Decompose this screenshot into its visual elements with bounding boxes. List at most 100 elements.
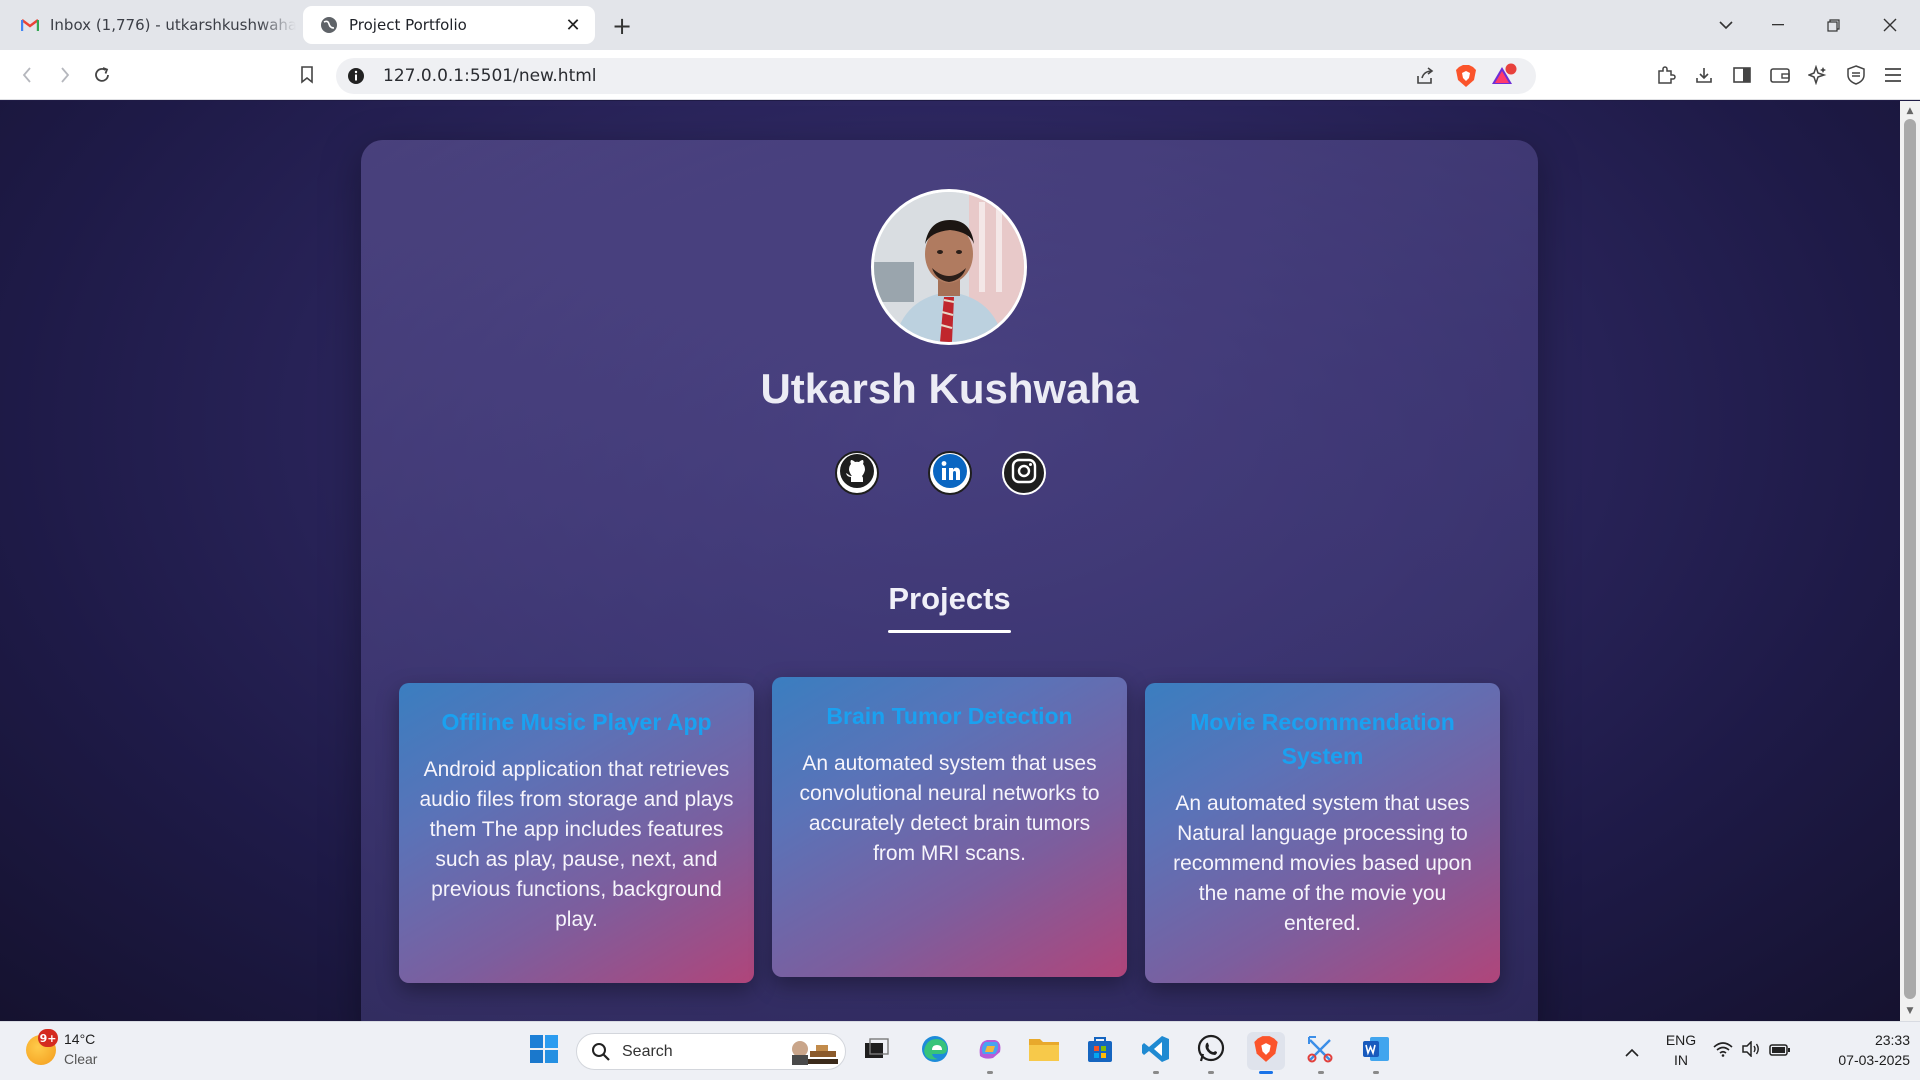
- running-indicator: [1153, 1071, 1159, 1074]
- tab-gmail[interactable]: Inbox (1,776) - utkarshkushwaha09@gmail.…: [12, 6, 296, 44]
- taskbar-brave[interactable]: [1247, 1032, 1285, 1074]
- taskbar-store[interactable]: [1081, 1032, 1119, 1070]
- task-view-button[interactable]: [858, 1032, 896, 1070]
- weather-condition: Clear: [64, 1051, 98, 1067]
- taskbar-edge[interactable]: [916, 1032, 954, 1070]
- tab-strip: Inbox (1,776) - utkarshkushwaha09@gmail.…: [0, 0, 1920, 50]
- globe-icon: [319, 15, 339, 35]
- store-icon: [1085, 1034, 1115, 1068]
- running-indicator: [1208, 1071, 1214, 1074]
- tab-title: Inbox (1,776) - utkarshkushwaha09@gmail.…: [50, 16, 296, 34]
- windows-logo-icon: [529, 1034, 559, 1068]
- minimize-button[interactable]: [1758, 8, 1798, 42]
- close-tab-icon[interactable]: ✕: [561, 13, 585, 37]
- task-view-icon: [864, 1038, 890, 1064]
- show-hidden-icons-button[interactable]: [1613, 1032, 1651, 1070]
- github-link[interactable]: [835, 451, 879, 495]
- vscode-icon: [1141, 1034, 1171, 1068]
- clock-date: 07-03-2025: [1838, 1052, 1910, 1068]
- clock-time: 23:33: [1874, 1032, 1910, 1048]
- edge-icon: [920, 1034, 950, 1068]
- back-icon[interactable]: [11, 59, 43, 91]
- copilot-icon: [975, 1034, 1005, 1068]
- project-title: Brain Tumor Detection: [826, 703, 1073, 729]
- project-title: Movie Recommendation System: [1190, 709, 1455, 769]
- start-button[interactable]: [525, 1032, 563, 1070]
- bookmark-icon[interactable]: [291, 59, 323, 91]
- battery-icon: [1769, 1042, 1791, 1061]
- project-description: An automated system that uses Natural la…: [1173, 792, 1472, 935]
- github-icon: [839, 453, 875, 493]
- taskbar-search[interactable]: Search: [576, 1033, 846, 1070]
- projects-heading: Projects: [888, 581, 1011, 616]
- running-indicator: [987, 1071, 993, 1074]
- project-card-brain-tumor[interactable]: Brain Tumor Detection An automated syste…: [772, 677, 1127, 977]
- sidebar-icon[interactable]: [1726, 59, 1758, 91]
- search-label: Search: [622, 1043, 673, 1060]
- project-title: Offline Music Player App: [441, 709, 712, 735]
- share-icon[interactable]: [1411, 62, 1439, 90]
- tab-project-portfolio[interactable]: Project Portfolio ✕: [303, 6, 595, 44]
- running-indicator: [1373, 1071, 1379, 1074]
- tab-title: Project Portfolio: [349, 16, 467, 34]
- address-bar[interactable]: 127.0.0.1:5501/new.html: [336, 58, 1536, 94]
- page-viewport: Utkarsh Kushwaha Projects Offline Music …: [0, 101, 1900, 1021]
- vpn-icon[interactable]: [1840, 59, 1872, 91]
- portfolio-card: Utkarsh Kushwaha Projects Offline Music …: [361, 140, 1538, 1021]
- reload-icon[interactable]: [86, 59, 118, 91]
- profile-photo: [871, 189, 1027, 345]
- project-card-music-player[interactable]: Offline Music Player App Android applica…: [399, 683, 754, 983]
- taskbar-word[interactable]: [1357, 1032, 1395, 1074]
- taskbar-file-explorer[interactable]: [1025, 1032, 1063, 1070]
- chevron-up-icon: [1625, 1042, 1639, 1061]
- brave-icon: [1253, 1035, 1279, 1067]
- taskbar-vscode[interactable]: [1137, 1032, 1175, 1074]
- taskbar-whatsapp[interactable]: [1192, 1032, 1230, 1074]
- language-code: ENG: [1665, 1032, 1697, 1048]
- leo-ai-icon[interactable]: [1802, 59, 1834, 91]
- region-code: IN: [1674, 1052, 1688, 1068]
- whatsapp-icon: [1196, 1034, 1226, 1068]
- snipping-tool-icon: [1306, 1034, 1336, 1068]
- taskbar-copilot[interactable]: [971, 1032, 1009, 1074]
- brave-rewards-icon[interactable]: [1490, 62, 1518, 90]
- volume-icon: [1741, 1040, 1761, 1061]
- instagram-link[interactable]: [1002, 451, 1046, 495]
- new-tab-button[interactable]: +: [608, 12, 636, 40]
- downloads-icon[interactable]: [1688, 59, 1720, 91]
- project-description: An automated system that uses convolutio…: [799, 752, 1100, 865]
- project-card-movie-recommendation[interactable]: Movie Recommendation System An automated…: [1145, 683, 1500, 983]
- word-icon: [1361, 1034, 1391, 1068]
- running-indicator: [1318, 1071, 1324, 1074]
- taskbar-snipping-tool[interactable]: [1302, 1032, 1340, 1074]
- wallet-icon[interactable]: [1764, 59, 1796, 91]
- scroll-up-arrow-icon[interactable]: ▲: [1900, 103, 1920, 119]
- extensions-icon[interactable]: [1650, 59, 1682, 91]
- page-scrollbar[interactable]: ▲ ▼: [1900, 101, 1920, 1021]
- profile-name: Utkarsh Kushwaha: [760, 365, 1139, 412]
- folder-icon: [1028, 1035, 1060, 1067]
- system-tray-status[interactable]: [1707, 1032, 1797, 1070]
- url-text: 127.0.0.1:5501/new.html: [383, 66, 597, 86]
- scroll-down-arrow-icon[interactable]: ▼: [1900, 1003, 1920, 1019]
- site-info-icon[interactable]: [346, 66, 366, 86]
- scrollbar-thumb[interactable]: [1904, 119, 1916, 999]
- heading-underline: [888, 630, 1011, 633]
- wifi-icon: [1713, 1041, 1733, 1061]
- menu-icon[interactable]: [1877, 59, 1909, 91]
- gmail-icon: [20, 15, 40, 35]
- weather-temperature: 14°C: [64, 1031, 96, 1047]
- linkedin-icon: [932, 453, 968, 493]
- project-description: Android application that retrieves audio…: [419, 758, 734, 931]
- windows-taskbar: 9+ 14°C Clear Search ENG IN 23:33 07-03-…: [0, 1021, 1920, 1080]
- browser-toolbar: 127.0.0.1:5501/new.html: [0, 50, 1920, 100]
- restore-button[interactable]: [1813, 8, 1853, 42]
- forward-icon[interactable]: [49, 59, 81, 91]
- instagram-icon: [1009, 456, 1039, 490]
- linkedin-link[interactable]: [928, 451, 972, 495]
- tab-search-chevron-icon[interactable]: [1706, 8, 1746, 42]
- search-icon: [591, 1042, 611, 1066]
- close-window-button[interactable]: [1870, 8, 1910, 42]
- brave-shields-icon[interactable]: [1452, 62, 1480, 90]
- active-indicator: [1259, 1071, 1273, 1074]
